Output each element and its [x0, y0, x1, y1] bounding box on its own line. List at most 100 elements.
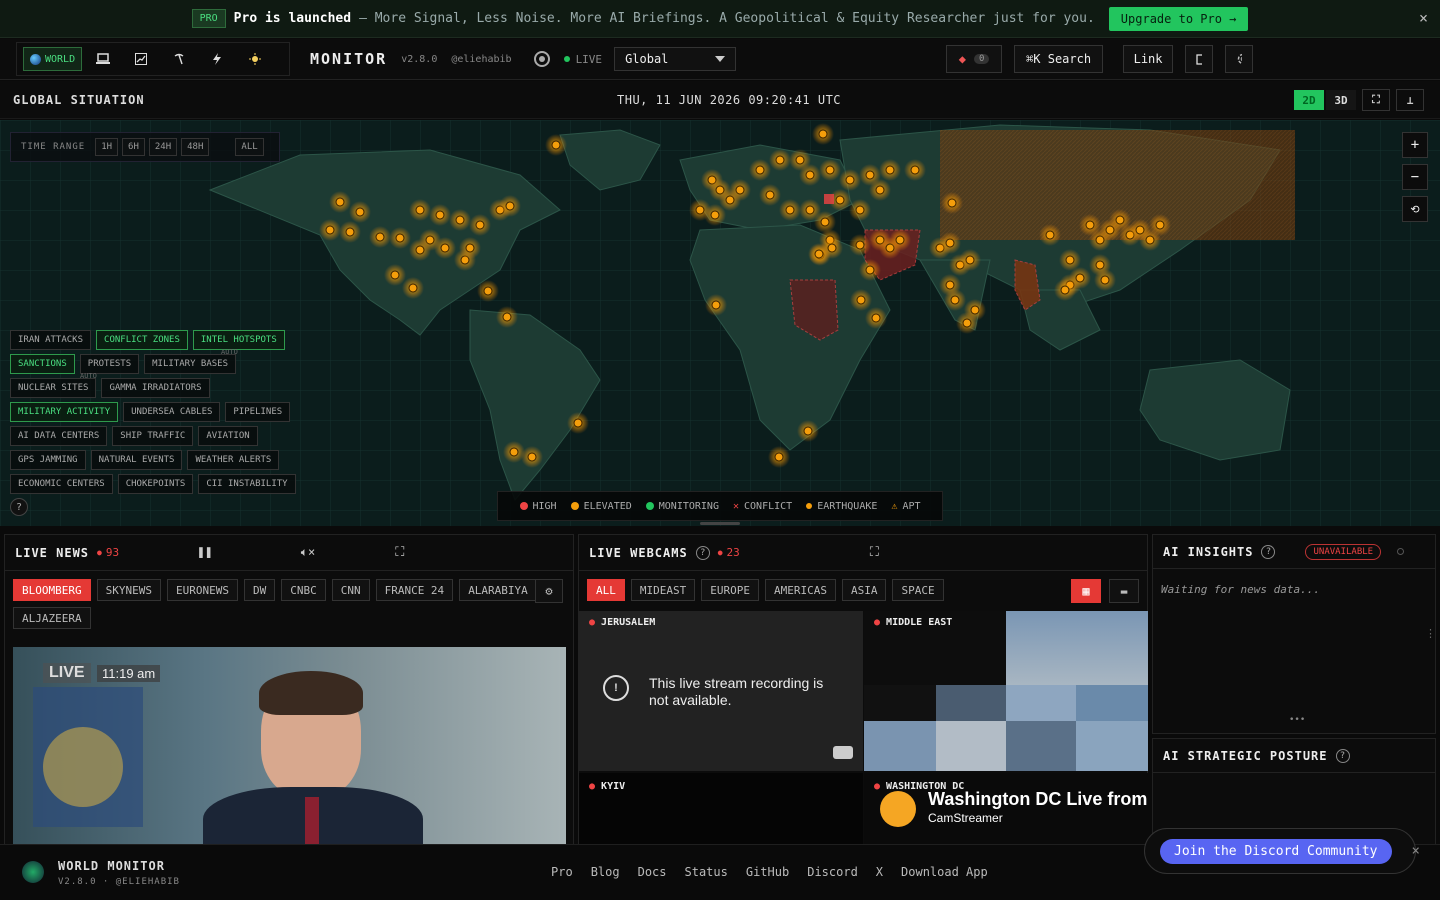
hotspot-marker[interactable]: [502, 312, 512, 322]
time-all-button[interactable]: ALL: [235, 138, 264, 156]
footer-link-status[interactable]: Status: [685, 865, 728, 879]
layer-toggle-iran-attacks[interactable]: IRAN ATTACKS: [10, 330, 92, 350]
hotspot-marker[interactable]: [440, 243, 450, 253]
hotspot-marker[interactable]: [390, 270, 400, 280]
youtube-icon[interactable]: [833, 746, 853, 759]
hotspot-marker[interactable]: [803, 426, 813, 436]
webcam-filter-mideast[interactable]: MIDEAST: [630, 579, 696, 601]
hotspot-marker[interactable]: [835, 195, 845, 205]
hotspot-marker[interactable]: [1155, 220, 1165, 230]
hotspot-marker[interactable]: [945, 238, 955, 248]
map-fullscreen-icon[interactable]: ⛶: [1362, 89, 1390, 111]
view-2d-button[interactable]: 2D: [1294, 90, 1324, 110]
hotspot-marker[interactable]: [415, 205, 425, 215]
channel-tab-cnbc[interactable]: CNBC: [281, 579, 326, 601]
hotspot-marker[interactable]: [1045, 230, 1055, 240]
zoom-out-button[interactable]: −: [1402, 164, 1428, 190]
layer-toggle-protests[interactable]: PROTESTS: [79, 354, 140, 374]
hotspot-marker[interactable]: [1060, 285, 1070, 295]
layer-toggle-conflict-zones[interactable]: CONFLICT ZONES: [96, 330, 188, 350]
hotspot-marker[interactable]: [845, 175, 855, 185]
layer-toggle-sanctions[interactable]: SANCTIONS: [10, 354, 75, 374]
hotspot-marker[interactable]: [785, 205, 795, 215]
mute-icon[interactable]: 🔈︎×: [301, 545, 315, 560]
hotspot-marker[interactable]: [855, 240, 865, 250]
layer-toggle-cii-instability[interactable]: CII INSTABILITY: [198, 474, 296, 494]
hotspot-marker[interactable]: [855, 205, 865, 215]
hotspot-marker[interactable]: [962, 318, 972, 328]
layer-toggle-undersea-cables[interactable]: UNDERSEA CABLES: [123, 402, 221, 422]
hotspot-marker[interactable]: [710, 210, 720, 220]
hotspot-marker[interactable]: [820, 217, 830, 227]
author-handle[interactable]: @eliehabib: [451, 54, 511, 65]
webcam-filter-all[interactable]: ALL: [587, 579, 625, 601]
mode-world-button[interactable]: WORLD: [23, 47, 83, 71]
hotspot-marker[interactable]: [435, 210, 445, 220]
hotspot-marker[interactable]: [825, 165, 835, 175]
cam-kyiv[interactable]: ● KYIV: [579, 773, 863, 847]
hotspot-marker[interactable]: [375, 232, 385, 242]
sun-icon[interactable]: [238, 47, 272, 71]
hotspot-marker[interactable]: [505, 201, 515, 211]
upgrade-button[interactable]: Upgrade to Pro →: [1108, 6, 1249, 31]
help-icon[interactable]: ?: [10, 498, 28, 516]
channel-tab-france-24[interactable]: FRANCE 24: [375, 579, 454, 601]
hotspot-marker[interactable]: [509, 447, 519, 457]
resize-handle[interactable]: [700, 522, 740, 525]
hotspot-marker[interactable]: [355, 207, 365, 217]
channel-tab-euronews[interactable]: EURONEWS: [166, 579, 238, 601]
hotspot-marker[interactable]: [325, 225, 335, 235]
hotspot-marker[interactable]: [871, 313, 881, 323]
hotspot-marker[interactable]: [818, 129, 828, 139]
hotspot-marker[interactable]: [395, 233, 405, 243]
view-3d-button[interactable]: 3D: [1326, 90, 1356, 110]
hotspot-marker[interactable]: [711, 300, 721, 310]
hotspot-marker[interactable]: [735, 185, 745, 195]
zoom-in-button[interactable]: +: [1402, 132, 1428, 158]
single-view-button[interactable]: ▬: [1109, 579, 1139, 603]
hotspot-marker[interactable]: [345, 227, 355, 237]
layer-toggle-military-bases[interactable]: MILITARY BASES: [144, 354, 236, 374]
hotspot-marker[interactable]: [805, 205, 815, 215]
hotspot-marker[interactable]: [805, 170, 815, 180]
expand-icon[interactable]: ⛶: [870, 545, 879, 560]
channel-tab-alarabiya[interactable]: ALARABIYA: [459, 579, 537, 601]
hotspot-marker[interactable]: [1065, 255, 1075, 265]
hotspot-marker[interactable]: [965, 255, 975, 265]
hotspot-marker[interactable]: [945, 280, 955, 290]
chart-icon[interactable]: [124, 47, 158, 71]
layer-toggle-chokepoints[interactable]: CHOKEPOINTS: [117, 474, 194, 494]
webcam-filter-space[interactable]: SPACE: [892, 579, 944, 601]
high-alert-marker[interactable]: [824, 194, 834, 204]
hotspot-marker[interactable]: [950, 295, 960, 305]
laptop-icon[interactable]: [86, 47, 120, 71]
info-icon[interactable]: ?: [1335, 748, 1350, 763]
alerts-button[interactable]: ◆ 0: [946, 45, 1003, 73]
channel-tab-skynews[interactable]: SKYNEWS: [96, 579, 161, 601]
webcam-filter-asia[interactable]: ASIA: [841, 579, 887, 601]
hotspot-marker[interactable]: [455, 215, 465, 225]
layer-toggle-ai-data-centers[interactable]: AI DATA CENTERS: [10, 426, 108, 446]
hotspot-marker[interactable]: [483, 286, 493, 296]
github-icon[interactable]: [533, 51, 550, 67]
hotspot-marker[interactable]: [774, 452, 784, 462]
channel-tab-bloomberg[interactable]: BLOOMBERG: [13, 579, 91, 601]
hotspot-marker[interactable]: [947, 198, 957, 208]
hotspot-marker[interactable]: [865, 170, 875, 180]
info-icon[interactable]: ?: [695, 545, 710, 560]
layer-toggle-pipelines[interactable]: PIPELINES: [225, 402, 291, 422]
hotspot-marker[interactable]: [695, 205, 705, 215]
settings-icon[interactable]: ⚙: [535, 579, 563, 603]
footer-link-blog[interactable]: Blog: [591, 865, 620, 879]
hotspot-marker[interactable]: [775, 155, 785, 165]
layer-toggle-gamma-irradiators[interactable]: GAMMA IRRADIATORS: [101, 378, 210, 398]
search-button[interactable]: ⌘K Search: [1014, 45, 1104, 73]
channel-tab-aljazeera[interactable]: ALJAZEERA: [13, 607, 91, 629]
news-video[interactable]: LIVE 11:19 am: [13, 647, 566, 845]
resize-dots-icon[interactable]: •••: [1289, 715, 1305, 725]
layer-toggle-aviation[interactable]: AVIATION: [198, 426, 258, 446]
hotspot-marker[interactable]: [573, 418, 583, 428]
layer-toggle-gps-jamming[interactable]: GPS JAMMING: [10, 450, 86, 470]
menu-dots-icon[interactable]: ⋮: [1425, 627, 1436, 640]
layer-toggle-military-activity[interactable]: MILITARY ACTIVITY: [10, 402, 119, 422]
